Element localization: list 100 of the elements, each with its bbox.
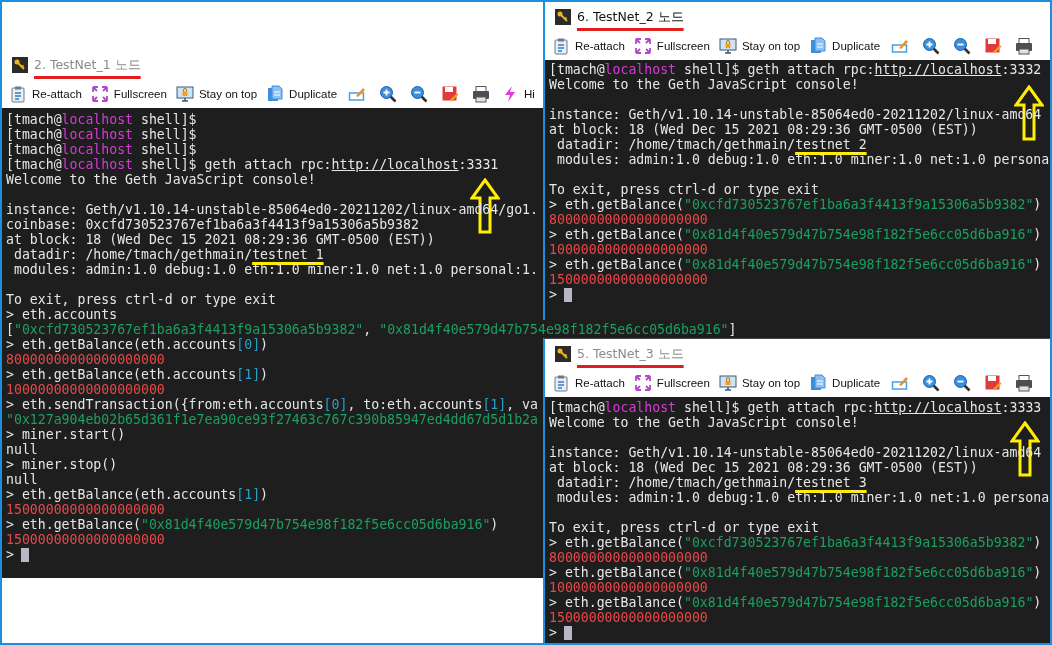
terminal-line: > eth.getBalance("0x81d4f40e579d47b754e98f182f5e6cc05d6ba916") xyxy=(549,565,1042,580)
toolbar-button[interactable]: Duplicate xyxy=(806,35,884,57)
window-title: 6. TestNet_2 노드 xyxy=(577,8,684,26)
key-icon xyxy=(12,57,28,73)
four-arrows-icon xyxy=(90,85,109,103)
pencil-icon xyxy=(891,37,910,55)
terminal-line: 10000000000000000000 xyxy=(549,242,708,257)
terminal-line: To exit, press ctrl-d or type exit xyxy=(6,292,276,307)
toolbar-button[interactable]: Duplicate xyxy=(806,372,884,394)
prompt-text: > xyxy=(6,547,14,562)
terminal-line: null xyxy=(6,472,38,487)
clipboard-icon xyxy=(552,374,570,392)
terminal-line: at block: 18 (Wed Dec 15 2021 08:29:36 GMT-0500 (EST)) xyxy=(6,232,435,247)
terminal-line: > eth.getBalance("0x81d4f40e579d47b754e98f182f5e6cc05d6ba916") xyxy=(549,257,1042,272)
terminal-line: 15000000000000000000 xyxy=(6,502,165,517)
monitor-icon xyxy=(718,374,737,392)
toolbar-button[interactable]: Stay on top xyxy=(715,35,804,57)
terminal-line: 15000000000000000000 xyxy=(549,610,708,625)
floppy-icon xyxy=(984,374,1003,392)
terminal-line: > eth.accounts xyxy=(6,307,118,322)
terminal-line: > eth.getBalance(eth.accounts[1]) xyxy=(6,487,269,502)
terminal-line: > eth.sendTransaction({from:eth.accounts[0], to:eth.accounts[1], va xyxy=(6,397,538,412)
key-icon xyxy=(555,9,571,25)
terminal-line: null xyxy=(6,442,38,457)
window-title: 2. TestNet_1 노드 xyxy=(34,56,141,74)
zoom-out-icon xyxy=(410,85,429,103)
key-icon xyxy=(555,346,571,362)
terminal-line: "0x127a904eb02b65d361f1e7ea90ce93f27463c767c390b85947ed4dd67d5d1b2a xyxy=(6,412,538,427)
toolbar-button[interactable]: Stay on top xyxy=(715,372,804,394)
terminal-line: Welcome to the Geth JavaScript console! xyxy=(549,415,859,430)
floppy-icon xyxy=(984,37,1003,55)
terminal-line: [tmach@localhost shell]$ xyxy=(6,112,197,127)
terminal-line: Welcome to the Geth JavaScript console! xyxy=(6,172,316,187)
terminal-line: > eth.getBalance("0x81d4f40e579d47b754e98f182f5e6cc05d6ba916") xyxy=(549,227,1042,242)
terminal-line: [tmach@localhost shell]$ geth attach rpc:http://localhost:3331 xyxy=(6,157,499,172)
prompt-text: > xyxy=(549,625,557,640)
terminal-line: [tmach@localhost shell]$ xyxy=(6,142,197,157)
documents-icon xyxy=(266,85,285,103)
terminal-line: 15000000000000000000 xyxy=(549,272,708,287)
prompt-text: > xyxy=(549,287,557,302)
toolbar-button[interactable]: Re-attach xyxy=(549,372,628,394)
monitor-icon xyxy=(175,85,194,103)
terminal-line: > eth.getBalance(eth.accounts[1]) xyxy=(6,367,269,382)
terminal-line: at block: 18 (Wed Dec 15 2021 08:29:36 GMT-0500 (EST)) xyxy=(549,122,978,137)
printer-icon xyxy=(1015,37,1034,55)
zoom-in-icon xyxy=(922,37,941,55)
window-title: 5. TestNet_3 노드 xyxy=(577,345,684,363)
terminal-line: [tmach@localhost shell]$ xyxy=(6,127,197,142)
toolbar-button[interactable]: Fullscreen xyxy=(87,83,170,105)
terminal-line: [tmach@localhost shell]$ geth attach rpc:http://localhost:3332 xyxy=(549,62,1042,77)
terminal-line: 80000000000000000000 xyxy=(549,212,708,227)
pencil-icon xyxy=(348,85,367,103)
terminal-line: Welcome to the Geth JavaScript console! xyxy=(549,77,859,92)
terminal-line: 80000000000000000000 xyxy=(549,550,708,565)
text-cursor xyxy=(563,287,572,302)
toolbar-button[interactable]: Re-attach xyxy=(549,35,628,57)
terminal-line: 10000000000000000000 xyxy=(6,382,165,397)
toolbar-button[interactable]: Re-attach xyxy=(6,83,85,105)
text-cursor xyxy=(563,625,572,640)
terminal-line: > eth.getBalance("0xcfd730523767ef1ba6a3f4413f9a15306a5b9382") xyxy=(549,197,1042,212)
terminal-line: coinbase: 0xcfd730523767ef1ba6a3f4413f9a15306a5b9382 xyxy=(6,217,419,232)
printer-icon xyxy=(472,85,491,103)
clipboard-icon xyxy=(9,85,27,103)
terminal-line: [tmach@localhost shell]$ geth attach rpc:http://localhost:3333 xyxy=(549,400,1042,415)
zoom-out-icon xyxy=(953,374,972,392)
terminal-line: To exit, press ctrl-d or type exit xyxy=(549,182,819,197)
monitor-icon xyxy=(718,37,737,55)
zoom-in-icon xyxy=(379,85,398,103)
clipboard-icon xyxy=(552,37,570,55)
four-arrows-icon xyxy=(633,374,652,392)
terminal-line: 10000000000000000000 xyxy=(549,580,708,595)
terminal-line: modules: admin:1.0 debug:1.0 eth:1.0 miner:1.0 net:1.0 personal:1. xyxy=(12,262,538,277)
terminal-line: > eth.getBalance("0x81d4f40e579d47b754e98f182f5e6cc05d6ba916") xyxy=(549,595,1042,610)
text-cursor xyxy=(20,547,29,562)
terminal-line: modules: admin:1.0 debug:1.0 eth:1.0 miner:1.0 net:1.0 persona xyxy=(555,152,1050,167)
terminal-line: at block: 18 (Wed Dec 15 2021 08:29:36 GMT-0500 (EST)) xyxy=(549,460,978,475)
terminal-line: > eth.getBalance(eth.accounts[0]) xyxy=(6,337,269,352)
toolbar-button[interactable]: Fullscreen xyxy=(630,35,713,57)
terminal-line: > eth.getBalance("0xcfd730523767ef1ba6a3f4413f9a15306a5b9382") xyxy=(549,535,1042,550)
toolbar-button[interactable]: Stay on top xyxy=(172,83,261,105)
toolbar-button[interactable]: Duplicate xyxy=(263,83,341,105)
printer-icon xyxy=(1015,374,1034,392)
documents-icon xyxy=(809,374,828,392)
four-arrows-icon xyxy=(633,37,652,55)
toolbar-button[interactable]: Hi xyxy=(498,83,538,105)
terminal-line: > eth.getBalance("0x81d4f40e579d47b754e98f182f5e6cc05d6ba916") xyxy=(6,517,499,532)
terminal-line: modules: admin:1.0 debug:1.0 eth:1.0 miner:1.0 net:1.0 persona xyxy=(555,490,1050,505)
terminal-line: datadir: /home/tmach/gethmain/testnet_1 xyxy=(12,247,324,262)
documents-icon xyxy=(809,37,828,55)
toolbar-button[interactable]: Fullscreen xyxy=(630,372,713,394)
terminal-line: datadir: /home/tmach/gethmain/testnet_3 xyxy=(555,475,867,490)
zoom-in-icon xyxy=(922,374,941,392)
terminal-line: > miner.start() xyxy=(6,427,126,442)
floppy-icon xyxy=(441,85,460,103)
terminal-line: 80000000000000000000 xyxy=(6,352,165,367)
terminal-line: 15000000000000000000 xyxy=(6,532,165,547)
pencil-icon xyxy=(891,374,910,392)
terminal-line: To exit, press ctrl-d or type exit xyxy=(549,520,819,535)
terminal-line: ["0xcfd730523767ef1ba6a3f4413f9a15306a5b9382", "0x81d4f40e579d47b754e98f182f5e6cc05d6ba916"] xyxy=(6,322,737,337)
terminal-line: > miner.stop() xyxy=(6,457,118,472)
